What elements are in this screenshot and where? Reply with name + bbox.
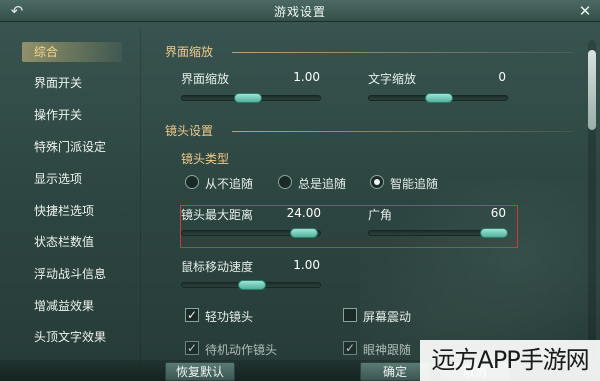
qinggong-camera-label: 轻功镜头 <box>205 310 254 324</box>
text-scale-label: 文字缩放 <box>368 72 417 86</box>
scrollbar[interactable] <box>588 40 596 370</box>
fov-value: 60 <box>490 206 506 220</box>
fov-slider-thumb[interactable] <box>480 228 508 238</box>
idle-camera-checkbox[interactable]: ✓ <box>185 341 199 355</box>
radio-never-follow[interactable] <box>185 175 199 189</box>
screen-shake-label: 屏幕震动 <box>363 310 412 324</box>
radio-smart-follow-label: 智能追随 <box>390 177 439 191</box>
eye-follow-checkbox[interactable]: ✓ <box>343 341 357 355</box>
sidebar-item-display[interactable]: 显示选项 <box>22 169 122 189</box>
fov-label: 广角 <box>368 208 393 222</box>
section-header-camera: 镜头设置 <box>165 124 214 138</box>
settings-sidebar: 综合 界面开关 操作开关 特殊门派设定 显示选项 快捷栏选项 状态栏数值 浮动战… <box>0 30 132 381</box>
qinggong-camera-checkbox[interactable]: ✓ <box>185 308 199 322</box>
scrollbar-thumb[interactable] <box>588 50 596 130</box>
radio-never-follow-label: 从不追随 <box>205 177 254 191</box>
text-scale-slider[interactable] <box>368 93 508 103</box>
camera-max-distance-value: 24.00 <box>286 206 321 220</box>
text-scale-value: 0 <box>498 70 506 84</box>
interface-scale-slider[interactable] <box>181 93 321 103</box>
sidebar-item-operation-toggles[interactable]: 操作开关 <box>22 105 122 125</box>
mouse-speed-value: 1.00 <box>293 258 320 272</box>
sidebar-item-status-bar[interactable]: 状态栏数值 <box>22 232 122 252</box>
camera-type-label: 镜头类型 <box>181 152 230 166</box>
watermark: 远方APP手游网 <box>420 340 600 381</box>
radio-always-follow[interactable] <box>278 175 292 189</box>
close-icon[interactable]: ✕ <box>576 2 594 20</box>
idle-camera-label: 待机动作镜头 <box>205 343 278 357</box>
sidebar-item-hotbar[interactable]: 快捷栏选项 <box>22 201 122 221</box>
section-header-ui-scale: 界面缩放 <box>165 45 214 59</box>
sidebar-item-buffs[interactable]: 增减益效果 <box>22 296 122 316</box>
interface-scale-label: 界面缩放 <box>181 72 230 86</box>
section-divider <box>232 52 572 53</box>
sidebar-divider <box>140 28 141 368</box>
screen-shake-checkbox[interactable] <box>343 308 357 322</box>
interface-scale-slider-thumb[interactable] <box>234 93 262 103</box>
mouse-speed-slider[interactable] <box>181 280 321 290</box>
sidebar-item-general[interactable]: 综合 <box>22 42 122 62</box>
window-title: 游戏设置 <box>273 5 326 19</box>
sidebar-item-overhead-text[interactable]: 头顶文字效果 <box>22 327 122 347</box>
text-scale-slider-thumb[interactable] <box>425 93 453 103</box>
section-divider <box>232 131 572 132</box>
sidebar-item-interface-toggles[interactable]: 界面开关 <box>22 73 122 93</box>
sidebar-item-special-sect[interactable]: 特殊门派设定 <box>22 137 122 157</box>
restore-defaults-button[interactable]: 恢复默认 <box>165 362 235 381</box>
mouse-speed-slider-thumb[interactable] <box>238 280 266 290</box>
camera-max-distance-label: 镜头最大距离 <box>181 208 254 222</box>
camera-max-distance-slider[interactable] <box>181 228 321 238</box>
eye-follow-label: 眼神跟随 <box>363 343 412 357</box>
interface-scale-value: 1.00 <box>293 70 320 84</box>
sidebar-item-combat-info[interactable]: 浮动战斗信息 <box>22 264 122 284</box>
radio-always-follow-label: 总是追随 <box>298 177 347 191</box>
title-bar: ↶ 游戏设置 ✕ <box>0 0 600 22</box>
fov-slider[interactable] <box>368 228 508 238</box>
settings-window: ↶ 游戏设置 ✕ 综合 界面开关 操作开关 特殊门派设定 显示选项 快捷栏选项 … <box>0 0 600 381</box>
mouse-speed-label: 鼠标移动速度 <box>181 260 254 274</box>
camera-max-distance-slider-thumb[interactable] <box>290 228 318 238</box>
radio-smart-follow[interactable] <box>370 175 384 189</box>
